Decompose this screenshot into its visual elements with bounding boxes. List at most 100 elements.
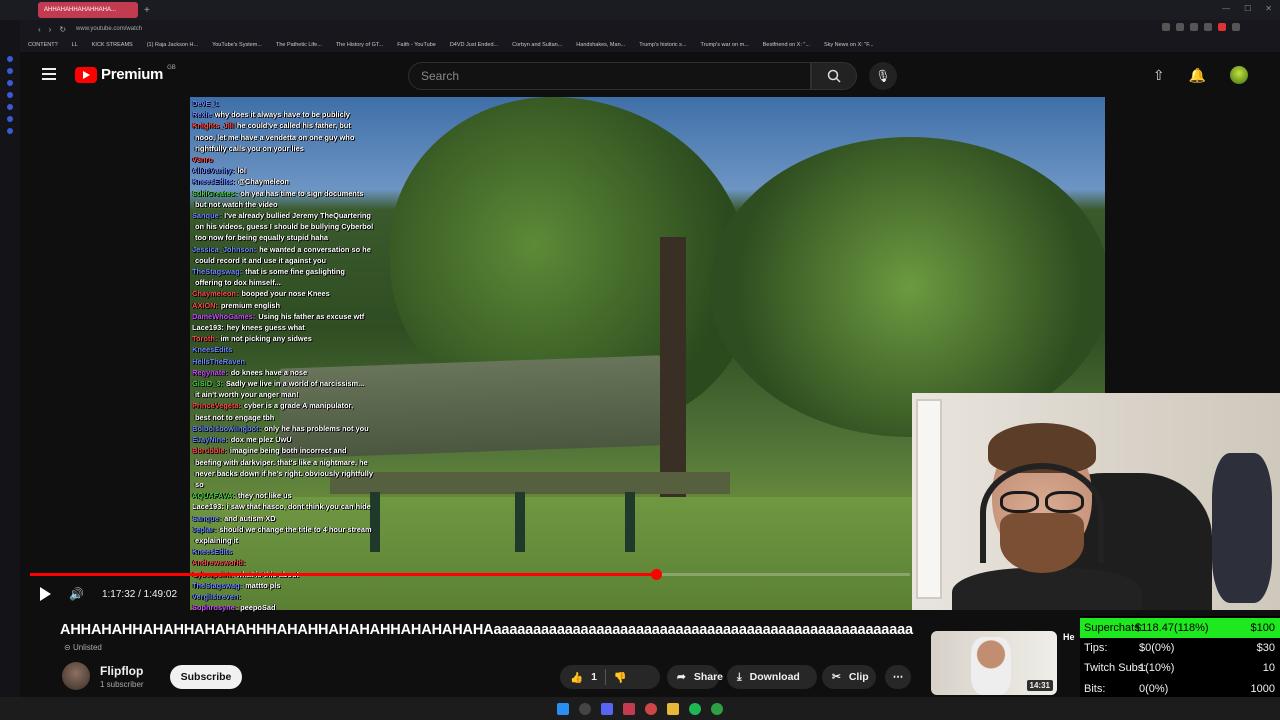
clip-button[interactable]: ✂ Clip [822,665,876,689]
extension-icon[interactable] [1176,23,1184,31]
reload-icon[interactable]: ↻ [59,25,66,34]
bookmarks-bar: CONTENT? LL KICK STREAMS (1) Raja Jackson H… [0,38,1280,52]
search-icon[interactable] [579,702,591,715]
chat-message: never backs down if he's right. obviousl… [192,468,407,479]
menu-icon[interactable] [1232,23,1240,31]
download-button[interactable]: ⤓ Download [727,665,817,689]
extension-icon[interactable] [1190,23,1198,31]
bookmark-item[interactable]: Handshakes, Man... [576,42,625,48]
bookmark-item[interactable]: Trump's historic s... [639,42,686,48]
youtube-logo[interactable]: Premium GB [75,65,176,83]
subscribe-button[interactable]: Subscribe [170,665,242,689]
chat-username: Rexie [192,110,212,120]
goal-target: $30 [1256,642,1275,654]
like-count: 1 [591,671,597,683]
more-actions-button[interactable]: ⋯ [885,665,911,689]
windows-start-icon[interactable] [557,702,569,715]
bookmark-icon[interactable] [1204,23,1212,31]
scrubber-handle[interactable] [650,569,662,580]
chat-message: Chaymeleon: booped your nose Knees [192,288,407,299]
zoom-icon[interactable] [1162,23,1170,31]
sidebar-app-icon[interactable] [7,128,13,134]
channel-avatar[interactable] [62,662,90,690]
bookmark-item[interactable]: YouTube's System... [212,42,262,48]
bookmark-item[interactable]: KICK STREAMS [92,42,133,48]
opera-browser-icon[interactable] [623,702,635,715]
bookmark-item[interactable]: CONTENT? [28,42,58,48]
youtube-header: Premium GB Search 🎙 ⇧ 🔔 [20,52,1280,98]
divider [604,669,606,685]
chat-message: Sanque: and autism XD [192,513,407,524]
search-input[interactable]: Search [408,62,811,90]
bookmark-item[interactable]: LL [72,42,78,48]
recommended-title[interactable]: He [1063,632,1075,642]
chat-username: Vergilstreven: [192,591,241,601]
browser-icon[interactable] [645,702,657,715]
chat-username: Regynate: [192,367,228,377]
extension-icon[interactable] [1218,23,1226,31]
menu-icon[interactable] [42,68,56,80]
bookmark-item[interactable]: Corbyn and Sultan... [512,42,562,48]
new-tab-button[interactable]: + [144,5,150,16]
chat-text: do knees have a nose [230,367,308,377]
chat-text: I've already bullied Jeremy TheQuarterin… [224,211,371,221]
url-field[interactable]: www.youtube.com/watch [76,26,142,32]
chat-username: DameWhoGames: [192,311,256,321]
goal-target: $100 [1250,622,1275,634]
account-avatar[interactable] [1230,66,1248,84]
close-icon[interactable]: ✕ [1265,4,1272,13]
minimize-icon[interactable]: — [1222,4,1230,13]
dislike-icon[interactable]: 👎 [614,671,627,684]
chat-username: TheStagswag: [192,267,243,277]
recommended-thumbnail[interactable]: 14:31 [931,631,1057,695]
chat-username: V3nro [192,155,213,165]
chat-username: Knights_Jill [192,121,234,131]
browser-tab[interactable]: AHHAHAHHAHAHHAHA... [38,2,138,18]
sidebar-app-icon[interactable] [7,80,13,86]
sidebar-app-icon[interactable] [7,92,13,98]
upload-icon[interactable]: ⇧ [1153,67,1165,84]
chat-text: and autism XD [224,513,276,523]
thumbnail-person [971,637,1011,695]
forward-icon[interactable]: › [49,25,52,34]
chat-message: Sanque: I've already bullied Jeremy TheQu… [192,210,407,221]
chat-text: they not like us [237,491,292,501]
bookmark-item[interactable]: Trump's war on m... [701,42,749,48]
webcam-scene [980,463,1104,563]
like-dislike-button[interactable]: 👍 1 👎 [560,665,660,689]
maximize-icon[interactable]: ☐ [1244,4,1251,13]
xbox-icon[interactable] [711,702,723,715]
chat-message: KneesEdits [192,344,407,355]
share-button[interactable]: ➦ Share [667,665,723,689]
channel-name[interactable]: Flipflop [100,664,143,678]
chat-message: Lace193: i saw that hasco, dont think you… [192,501,407,512]
back-icon[interactable]: ‹ [38,25,41,34]
bookmark-item[interactable]: (1) Raja Jackson H... [147,42,198,48]
goal-progress: 0(0%) [1139,683,1169,695]
share-icon: ➦ [677,671,686,683]
notifications-bell-icon[interactable]: 🔔 [1189,67,1206,84]
bookmark-item[interactable]: D4VD Just Ended... [450,42,498,48]
sidebar-app-icon[interactable] [7,68,13,74]
download-icon: ⤓ [737,670,742,683]
discord-icon[interactable] [601,702,613,715]
spotify-icon[interactable] [689,702,701,715]
bookmark-item[interactable]: The History of GT... [336,42,383,48]
chat-text: explaining it [195,535,239,545]
bookmark-item[interactable]: Faith - YouTube [397,42,436,48]
bookmark-item[interactable]: Bestfriend on X: "... [763,42,810,48]
bookmark-item[interactable]: The Pathetic Life... [276,42,322,48]
voice-search-button[interactable]: 🎙 [869,62,897,90]
sidebar-app-icon[interactable] [7,56,13,62]
search-button[interactable] [811,62,857,90]
sidebar-app-icon[interactable] [7,116,13,122]
play-icon[interactable] [40,587,51,601]
bookmark-item[interactable]: Sky News on X: "F... [824,42,874,48]
like-icon[interactable]: 👍 [570,671,583,684]
progress-bar[interactable] [30,569,910,580]
sidebar-app-icon[interactable] [7,104,13,110]
chat-text: cyber is a grade A manipulator, [243,401,354,411]
chat-username: SukiCreates: [192,188,238,198]
file-explorer-icon[interactable] [667,702,679,715]
volume-icon[interactable]: 🔊 [69,587,84,601]
